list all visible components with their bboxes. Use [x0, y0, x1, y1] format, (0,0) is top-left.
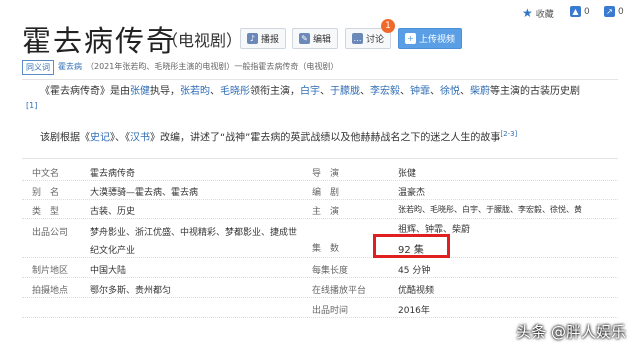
row-divider — [22, 180, 618, 181]
info-label: 出品公司 — [32, 228, 69, 238]
summary-text: 》、《 — [110, 132, 130, 144]
row-divider — [22, 297, 618, 298]
divider — [22, 79, 618, 80]
plus-icon: + — [404, 33, 416, 44]
info-value: 大漠骠骑—霍去病、霍去病 — [90, 188, 199, 198]
info-value: 梦舟影业、浙江优盛、中视精彩、梦都影业、捷成世 — [90, 228, 298, 238]
info-value: 古装、历史 — [90, 207, 136, 217]
info-value: 纪文化产业 — [90, 246, 136, 256]
book-link[interactable]: 汉书 — [130, 132, 150, 143]
summary-text: 该剧根据《 — [40, 132, 90, 144]
cast-link[interactable]: 柴蔚 — [470, 86, 490, 97]
star-icon: ★ — [522, 6, 533, 20]
collect-label: 收藏 — [535, 9, 554, 20]
reference-link[interactable]: [1] — [26, 101, 37, 110]
share-icon: ↗ — [604, 6, 615, 17]
discuss-button-label: 讨论 — [365, 35, 384, 45]
separator: 、 — [400, 86, 410, 97]
polysemy-link[interactable]: 霍去病 — [58, 61, 82, 72]
reference-link[interactable]: [2-3] — [500, 130, 517, 138]
polysemy-description: （2021年张若昀、毛晓彤主演的电视剧）一般指霍去病传奇（电视剧） — [86, 62, 339, 71]
info-value: 45 分钟 — [398, 266, 431, 276]
info-value: 张若昀、毛晓彤、白宇、于朦胧、李宏毅、徐悦、黄 — [398, 205, 582, 214]
cast-link[interactable]: 于朦胧 — [330, 86, 360, 97]
watermark: 头条 @胖人娱乐 — [516, 323, 626, 341]
page-subtitle: （电视剧） — [162, 31, 243, 50]
book-link[interactable]: 史记 — [90, 132, 110, 143]
info-label: 导 演 — [312, 169, 340, 179]
cast-link[interactable]: 白宇 — [300, 86, 320, 97]
info-value: 2016年 — [398, 306, 430, 316]
info-value: 鄂尔多斯、贵州都匀 — [90, 286, 172, 296]
info-label: 编 剧 — [312, 188, 340, 198]
info-value: 张健 — [398, 169, 417, 179]
row-divider — [22, 257, 618, 258]
separator: 、 — [460, 86, 470, 97]
comment-icon: … — [351, 33, 363, 44]
cast-link[interactable]: 徐悦 — [440, 86, 460, 97]
infobox-top-border — [22, 158, 618, 159]
info-value: 中国大陆 — [90, 266, 127, 276]
summary-text: 执导， — [150, 86, 180, 97]
row-divider — [22, 317, 618, 318]
like-count: 0 — [584, 6, 590, 17]
lead-link[interactable]: 张若昀 — [180, 86, 210, 97]
info-value: 霍去病传奇 — [90, 169, 136, 179]
cast-link[interactable]: 李宏毅 — [370, 86, 400, 97]
speaker-icon: ♪ — [246, 33, 258, 44]
share-button[interactable]: ↗ 0 — [604, 6, 624, 17]
info-label: 拍摄地点 — [32, 286, 69, 296]
share-count: 0 — [618, 6, 624, 17]
play-button[interactable]: ♪ 播报 — [240, 28, 286, 49]
highlight-box — [373, 234, 450, 258]
collect-button[interactable]: ★ 收藏 — [522, 6, 554, 20]
lead-link[interactable]: 毛晓彤 — [220, 86, 250, 97]
info-label: 主 演 — [312, 207, 340, 217]
summary-line-1: 《霍去病传奇》是由张健执导，张若昀、毛晓彤领衔主演，白宇、于朦胧、李宏毅、钟霏、… — [40, 82, 580, 102]
row-divider — [22, 199, 618, 200]
summary-text: 《霍去病传奇》是由 — [40, 86, 130, 97]
cast-link[interactable]: 钟霏 — [410, 86, 430, 97]
info-label: 出品时间 — [312, 306, 349, 316]
like-button[interactable]: ▲ 0 — [570, 6, 590, 17]
info-value: 温豪杰 — [398, 188, 426, 198]
separator: 、 — [430, 86, 440, 97]
row-divider — [22, 218, 618, 219]
discuss-count-badge: 1 — [381, 19, 395, 33]
play-button-label: 播报 — [260, 35, 279, 45]
info-label: 在线播放平台 — [312, 286, 367, 296]
summary-text: 》改编，讲述了“战神”霍去病的英武战绩以及他赫赫战名之下的迷之人生的故事 — [150, 132, 501, 144]
info-label: 类 型 — [32, 207, 60, 217]
summary-text: 等主演的古装历史剧 — [490, 86, 580, 97]
thumbs-up-icon: ▲ — [570, 6, 581, 17]
edit-button-label: 编辑 — [312, 35, 331, 45]
edit-button[interactable]: ✎ 编辑 — [292, 28, 338, 49]
info-label: 制片地区 — [32, 266, 69, 276]
summary-text: 领衔主演， — [250, 86, 300, 97]
summary-line-2: 该剧根据《史记》、《汉书》改编，讲述了“战神”霍去病的英武战绩以及他赫赫战名之下… — [40, 124, 517, 148]
director-link[interactable]: 张健 — [130, 86, 150, 97]
info-label: 中文名 — [32, 169, 60, 179]
page-title: 霍去病传奇 — [22, 24, 178, 58]
info-value: 优酷视频 — [398, 286, 435, 296]
separator: 、 — [360, 86, 370, 97]
polysemy-tag[interactable]: 同义词 — [22, 60, 54, 75]
pencil-icon: ✎ — [298, 33, 310, 44]
info-label: 每集长度 — [312, 266, 349, 276]
separator: 、 — [210, 86, 220, 97]
separator: 、 — [320, 86, 330, 97]
row-divider — [22, 277, 618, 278]
info-label: 集 数 — [312, 244, 340, 254]
upload-button-label: 上传视频 — [418, 35, 455, 45]
upload-video-button[interactable]: + 上传视频 — [398, 28, 462, 49]
info-label: 别 名 — [32, 188, 60, 198]
